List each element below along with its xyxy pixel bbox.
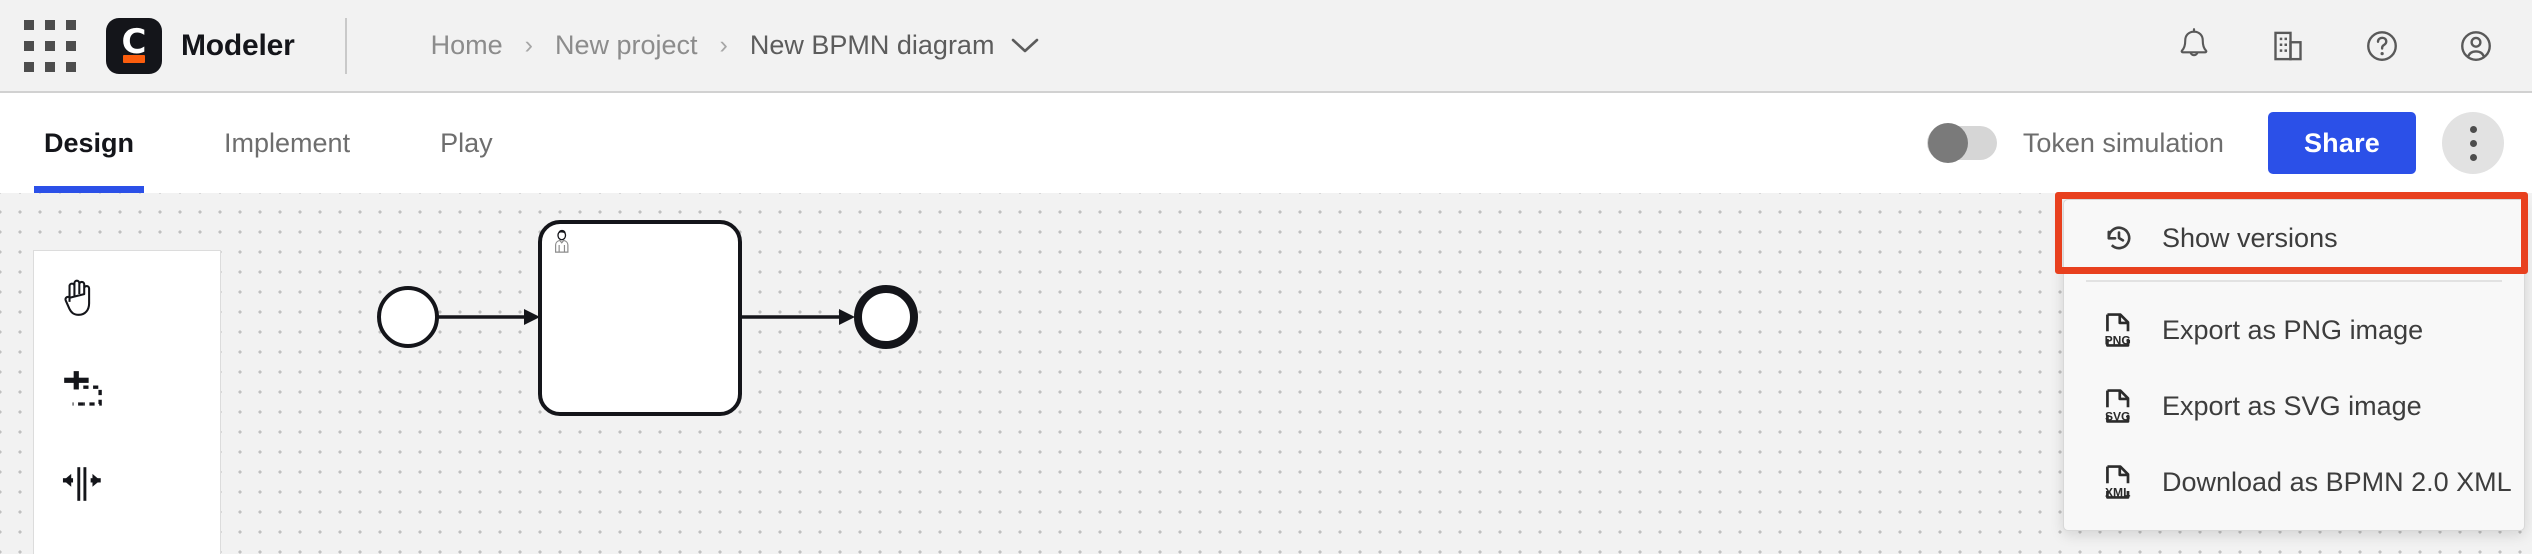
breadcrumb-item-project[interactable]: New project [555,30,698,61]
svg-text:SVG: SVG [2105,409,2131,423]
svg-text:XML: XML [2105,485,2131,499]
history-icon [2102,221,2140,255]
svg-text:PNG: PNG [2105,333,2131,347]
tab-list: Design Implement Play [0,93,503,193]
header-divider [344,17,347,74]
lasso-tool-icon[interactable] [34,344,128,437]
bpmn-sequence-flow [438,309,540,325]
token-simulation-label: Token simulation [2022,127,2224,158]
help-icon[interactable] [2360,24,2404,68]
tab-play[interactable]: Play [430,93,503,193]
file-png-icon: PNG [2102,312,2140,348]
toolbar: Design Implement Play Token simulation S… [0,93,2532,193]
bpmn-user-task [538,220,742,416]
space-tool-icon[interactable] [34,437,128,530]
notifications-icon[interactable] [2172,24,2216,68]
breadcrumb-item-home[interactable]: Home [431,30,503,61]
bpmn-diagram[interactable] [340,203,960,548]
breadcrumb-item-diagram[interactable]: New BPMN diagram [750,30,995,61]
brand-logo[interactable]: C Modeler [106,17,295,74]
menu-item-export-png[interactable]: PNG Export as PNG image [2064,292,2524,368]
menu-item-label: Export as PNG image [2162,314,2424,345]
menu-item-show-versions[interactable]: Show versions [2064,200,2524,276]
breadcrumb: Home › New project › New BPMN diagram [431,30,1040,61]
global-connect-tool-icon[interactable] [34,530,128,554]
palette-tools-group [34,251,220,554]
token-simulation-toggle[interactable] [1926,123,1997,163]
toggle-knob [1927,123,1968,163]
menu-item-label: Show versions [2162,222,2338,253]
top-header: C Modeler Home › New project › New BPMN … [0,0,2532,93]
tab-implement[interactable]: Implement [214,93,360,193]
menu-export-group: PNG Export as PNG image SVG Export as SV… [2064,286,2524,530]
hand-tool-icon[interactable] [34,251,128,344]
breadcrumb-separator: › [524,31,533,59]
menu-item-label: Export as SVG image [2162,390,2422,421]
menu-divider [2086,280,2502,282]
apps-grid-icon[interactable] [22,18,78,74]
more-options-menu: Show versions PNG Export as PNG image SV… [2063,199,2525,531]
file-svg-icon: SVG [2102,388,2140,424]
menu-item-export-svg[interactable]: SVG Export as SVG image [2064,368,2524,444]
breadcrumb-separator: › [719,31,728,59]
share-button[interactable]: Share [2267,112,2416,174]
menu-item-label: Download as BPMN 2.0 XML [2162,466,2512,497]
chevron-down-icon[interactable] [1011,37,1039,55]
logo-orange-bar [123,54,145,63]
kebab-menu-icon[interactable] [2442,112,2504,174]
modeler-app: C Modeler Home › New project › New BPMN … [0,0,2532,554]
bpmn-start-event [377,286,439,348]
bpmn-sequence-flow [740,309,855,325]
toolbar-actions: Token simulation Share [1926,93,2532,193]
header-actions [2172,24,2532,68]
brand-name: Modeler [181,28,295,62]
bpmn-end-event [854,285,918,349]
tab-design[interactable]: Design [34,93,145,193]
organization-icon[interactable] [2266,24,2310,68]
file-xml-icon: XML [2102,464,2140,500]
menu-item-download-xml[interactable]: XML Download as BPMN 2.0 XML [2064,444,2524,520]
bpmn-palette [33,250,221,554]
account-icon[interactable] [2454,24,2498,68]
camunda-logo-icon: C [106,17,162,74]
